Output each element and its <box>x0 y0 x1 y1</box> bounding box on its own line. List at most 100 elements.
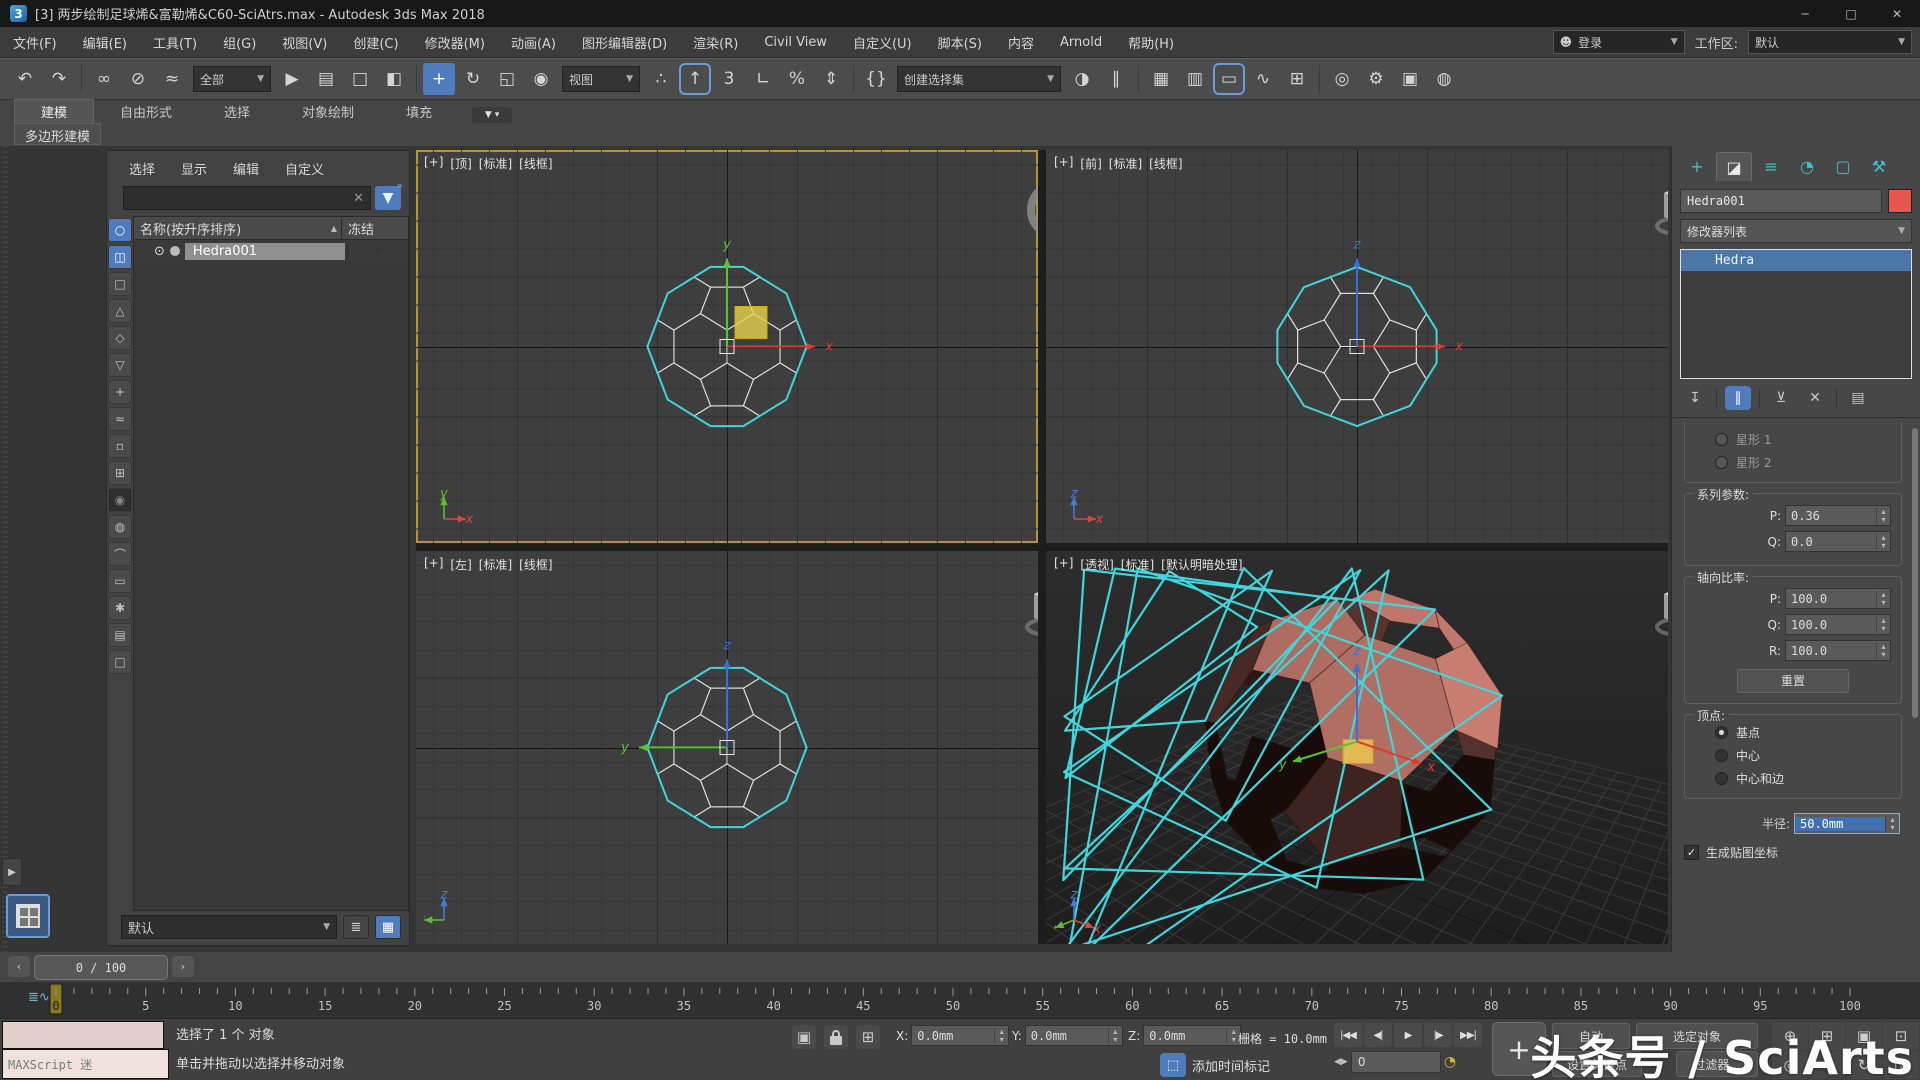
explorer-filter-shapes-button[interactable]: △ <box>108 299 132 323</box>
explorer-filter-frozen-button[interactable]: ✱ <box>108 596 132 620</box>
pin-stack-button[interactable]: ↧ <box>1682 386 1708 410</box>
viewport-menu-label[interactable]: [+] <box>424 556 443 573</box>
spinner-arrows-icon[interactable]: ▴▾ <box>1876 508 1890 524</box>
viewport-standard-label[interactable]: [标准] <box>1109 155 1142 172</box>
previous-frame-button[interactable]: ◀| <box>1364 1023 1392 1047</box>
menu-item-4[interactable]: 组(G) <box>210 27 269 57</box>
select-and-rotate-button[interactable]: ↻ <box>457 63 489 95</box>
command-panel-scrollbar[interactable] <box>1912 428 1918 718</box>
radio-star1[interactable]: 星形 1 <box>1691 428 1895 451</box>
toggle-ribbon-button[interactable]: ▭ <box>1213 63 1245 95</box>
signin-dropdown[interactable]: ☻ 登录 ▼ <box>1553 30 1685 54</box>
explorer-filter-lights-button[interactable]: ◇ <box>108 326 132 350</box>
menu-item-9[interactable]: 图形编辑器(D) <box>569 27 680 57</box>
menu-item-6[interactable]: 创建(C) <box>340 27 411 57</box>
next-frame-arrow[interactable]: › <box>172 956 194 977</box>
reset-button[interactable]: 重置 <box>1737 669 1849 693</box>
viewport-menu-label[interactable]: [+] <box>424 155 443 172</box>
explorer-layers-button[interactable]: ≣ <box>343 915 369 939</box>
explorer-filter-xrefs-button[interactable]: ⊞ <box>108 461 132 485</box>
material-editor-button[interactable]: ◎ <box>1326 63 1358 95</box>
time-configuration-icon[interactable]: ◔ <box>1444 1054 1456 1070</box>
named-selection-sets-dropdown[interactable]: 创建选择集▼ <box>897 66 1061 92</box>
explorer-filter-helpers-button[interactable]: + <box>108 380 132 404</box>
modifier-list-dropdown[interactable]: 修改器列表 ▼ <box>1680 219 1912 243</box>
reference-coordinate-dropdown[interactable]: 视图▼ <box>562 66 640 92</box>
current-frame-field[interactable]: 0 <box>1351 1051 1441 1073</box>
ribbon-tab-2[interactable]: 自由形式 <box>94 100 198 123</box>
unlink-selection-button[interactable]: ⊘ <box>122 63 154 95</box>
maximize-button[interactable]: □ <box>1828 0 1874 27</box>
explorer-preset-dropdown[interactable]: 默认 ▼ <box>121 915 337 939</box>
table-row[interactable]: ⊙ Hedra001 ✛ <box>134 240 408 262</box>
freeze-cell[interactable]: ✛ <box>347 244 408 259</box>
selection-lock-toggle[interactable] <box>824 1025 848 1049</box>
modifier-stack[interactable]: Hedra <box>1680 249 1912 379</box>
viewport-menu-label[interactable]: [+] <box>1054 556 1073 573</box>
play-button[interactable]: ▶ <box>1394 1023 1422 1047</box>
visibility-eye-icon[interactable]: ⊙ <box>154 244 165 259</box>
viewport-shading-label[interactable]: [线框] <box>1149 155 1182 172</box>
render-production-button[interactable]: ◍ <box>1428 63 1460 95</box>
menu-item-14[interactable]: 内容 <box>995 27 1047 57</box>
explorer-sort-hierarchy-button[interactable]: ○ <box>108 218 132 242</box>
explorer-lock-layout-button[interactable]: ▦ <box>375 915 401 939</box>
expand-rail-button[interactable]: ▶ <box>2 858 22 886</box>
ribbon-tab-3[interactable]: 选择 <box>198 100 276 123</box>
rectangular-selection-region-button[interactable]: □ <box>344 63 376 95</box>
viewport-front[interactable]: xz[+][前][标准][线框]xz <box>1046 150 1668 543</box>
column-header-name[interactable]: 名称(按升序排序) ▲ <box>134 219 341 238</box>
radio-vertex-1[interactable]: 基点 <box>1691 721 1895 744</box>
snaps-toggle[interactable]: 3 <box>713 63 745 95</box>
tab-modify[interactable]: ◪ <box>1716 152 1752 181</box>
go-to-end-button[interactable]: ▶▶| <box>1454 1023 1482 1047</box>
app-logo-icon[interactable]: 3 <box>10 5 27 22</box>
clear-search-icon[interactable]: ✕ <box>353 191 364 206</box>
schematic-view-button[interactable]: ⊞ <box>1281 63 1313 95</box>
make-unique-button[interactable]: ⊻ <box>1768 386 1794 410</box>
z-coordinate-field[interactable]: Z: 0.0mm▴▾ <box>1128 1025 1241 1046</box>
angle-snap-toggle[interactable]: ∟ <box>747 63 779 95</box>
explorer-filter-geometry-button[interactable]: □ <box>108 272 132 296</box>
p-spinner[interactable]: 0.36 ▴▾ <box>1785 505 1891 526</box>
menu-item-8[interactable]: 动画(A) <box>498 27 569 57</box>
menu-item-10[interactable]: 渲染(R) <box>680 27 751 57</box>
spinner-arrows-icon[interactable]: ▴▾ <box>1876 534 1890 550</box>
viewport-menu-label[interactable]: [+] <box>1054 155 1073 172</box>
tab-utilities[interactable]: ⚒ <box>1862 153 1896 181</box>
configure-modifier-sets-button[interactable]: ▤ <box>1845 386 1871 410</box>
radio-vertex-2[interactable]: 中心 <box>1691 744 1895 767</box>
radio-star2[interactable]: 星形 2 <box>1691 451 1895 474</box>
select-and-move-button[interactable]: + <box>423 63 455 95</box>
curve-editor-button[interactable]: ∿ <box>1247 63 1279 95</box>
generate-mapping-coords-checkbox[interactable]: ✓ 生成贴图坐标 <box>1684 844 1902 861</box>
explorer-search-input[interactable]: ✕ <box>123 186 371 210</box>
workspace-dropdown[interactable]: 默认 ▼ <box>1748 30 1912 54</box>
y-coordinate-field[interactable]: Y: 0.0mm▴▾ <box>1012 1025 1123 1046</box>
ribbon-subtab-polygon-modeling[interactable]: 多边形建模 <box>14 123 101 145</box>
menu-item-15[interactable]: Arnold <box>1047 27 1115 57</box>
select-and-place-button[interactable]: ◉ <box>525 63 557 95</box>
close-button[interactable]: ✕ <box>1874 0 1920 27</box>
viewport-shading-label[interactable]: [线框] <box>519 556 552 573</box>
isolate-selection-toggle[interactable]: ▣ <box>792 1025 816 1049</box>
track-bar[interactable]: ≣∿ 0510152025303540455055606570758085909… <box>0 982 1920 1019</box>
minimize-button[interactable]: ─ <box>1782 0 1828 27</box>
redo-button[interactable]: ↷ <box>43 63 75 95</box>
explorer-menu-1[interactable]: 选择 <box>129 159 155 178</box>
explorer-settings-button[interactable]: ▤ <box>108 623 132 647</box>
spinner-arrows-icon[interactable]: ▴▾ <box>1885 816 1899 832</box>
window-crossing-toggle[interactable]: ◧ <box>378 63 410 95</box>
ribbon-tab-5[interactable]: 填充 <box>380 100 458 123</box>
explorer-filter-materials-button[interactable]: ◍ <box>108 515 132 539</box>
time-slider[interactable]: 0 / 100 <box>34 955 168 980</box>
spinner-arrows-icon[interactable]: ▴▾ <box>1876 591 1890 607</box>
viewport-shading-label[interactable]: [线框] <box>519 155 552 172</box>
percent-snap-toggle[interactable]: % <box>781 63 813 95</box>
object-name[interactable]: Hedra001 <box>185 243 345 260</box>
toggle-scene-explorer-button[interactable]: ▦ <box>1145 63 1177 95</box>
toggle-layer-explorer-button[interactable]: ▥ <box>1179 63 1211 95</box>
explorer-menu-3[interactable]: 编辑 <box>233 159 259 178</box>
maxscript-mini-listener[interactable]: MAXScript 迷 <box>2 1049 169 1079</box>
menu-item-7[interactable]: 修改器(M) <box>412 27 498 57</box>
